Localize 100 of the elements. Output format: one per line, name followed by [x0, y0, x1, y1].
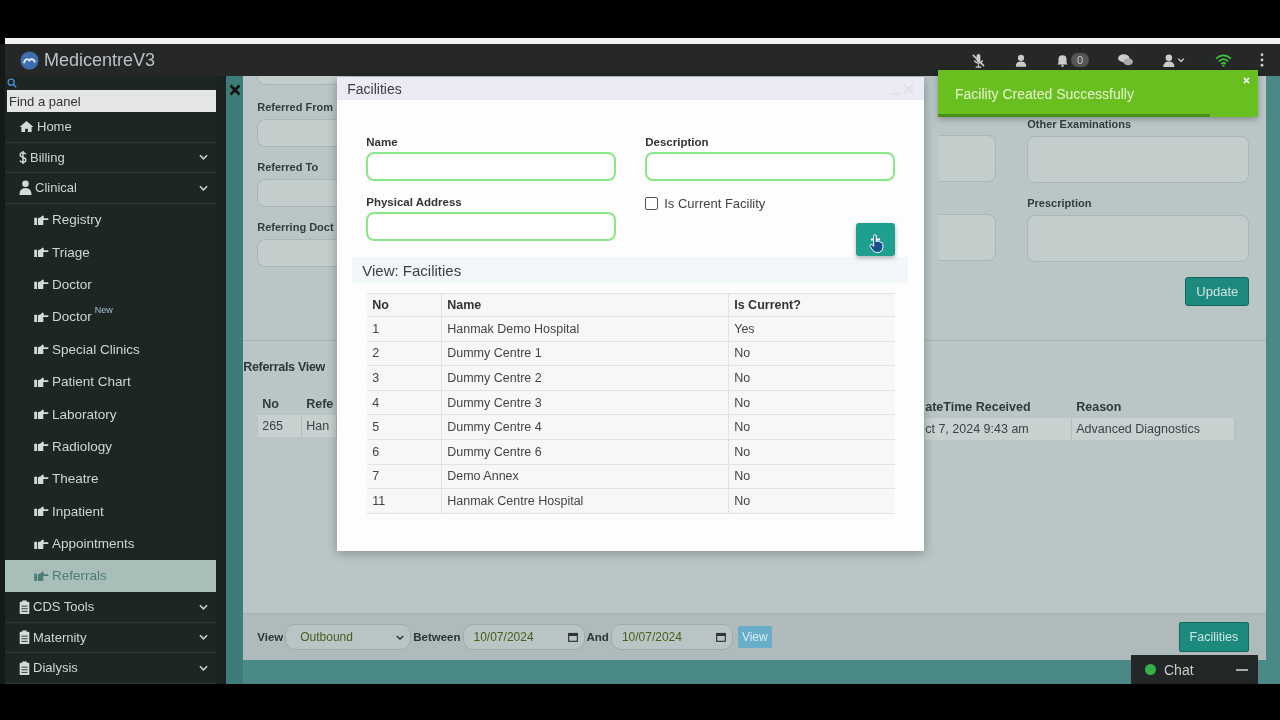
- pointing-hand-icon: [34, 214, 49, 225]
- sidebar-item[interactable]: Clinical: [5, 173, 216, 204]
- checkbox-label: Is Current Facility: [664, 196, 766, 211]
- wifi-icon[interactable]: [1215, 53, 1232, 67]
- table-cell-text: No: [733, 370, 752, 387]
- table-cell-text: No: [733, 443, 752, 461]
- field-label: Name: [366, 136, 399, 148]
- home-icon: [19, 120, 34, 134]
- minimize-icon[interactable]: [1236, 667, 1248, 672]
- sidebar-item[interactable]: Maternity: [5, 622, 216, 654]
- toast-message: Facility Created Successfully: [955, 85, 1134, 102]
- chat-button[interactable]: Chat: [1131, 655, 1258, 684]
- date-field[interactable]: 10/07/2024: [462, 624, 585, 650]
- clipboard-icon: [19, 599, 30, 614]
- chevron-down-icon: [199, 634, 208, 641]
- pointing-hand-icon: [34, 506, 49, 517]
- sidebar-item[interactable]: Appointments: [5, 527, 216, 560]
- pointing-hand-icon: [34, 247, 49, 258]
- section-title: View: Facilities: [362, 261, 462, 279]
- new-label: New: [94, 304, 113, 315]
- field-label: Referring Doct: [257, 221, 335, 233]
- sidebar-item[interactable]: Patient Chart: [5, 365, 216, 398]
- pointing-hand-icon: [34, 441, 49, 452]
- table-cell: Dummy Centre 6: [442, 439, 730, 464]
- sidebar-item[interactable]: Doctor: [5, 268, 216, 301]
- text-field[interactable]: [645, 152, 896, 181]
- sidebar-item[interactable]: Doctor $^{New}$: [5, 300, 216, 334]
- sidebar-item[interactable]: Dialysis: [5, 653, 216, 684]
- online-dot-icon: [1145, 664, 1156, 675]
- sidebar-item[interactable]: Theatre: [5, 462, 216, 495]
- table-cell: Han: [302, 415, 338, 437]
- text-area[interactable]: [1027, 215, 1250, 262]
- checkbox[interactable]: [645, 197, 659, 210]
- table-cell: 265: [258, 415, 303, 437]
- chevron-down-icon: [199, 603, 208, 610]
- sidebar-item[interactable]: Registry: [5, 203, 216, 236]
- sidebar-item[interactable]: CDS Tools: [5, 592, 216, 623]
- pointing-hand-icon: [34, 311, 49, 322]
- field-label: Referred From: [257, 101, 334, 113]
- pointing-hand-icon: [34, 376, 49, 387]
- pointing-hand-icon: [34, 279, 49, 290]
- table-cell: 5: [367, 415, 443, 439]
- person-icon[interactable]: [1013, 52, 1028, 68]
- table-cell: 1: [367, 317, 443, 341]
- column-header: Reason: [1075, 399, 1123, 416]
- pointing-hand-icon: [34, 538, 49, 549]
- sidebar-item[interactable]: Radiology: [5, 430, 216, 463]
- calendar-icon: [715, 632, 726, 642]
- text-field[interactable]: [939, 214, 997, 261]
- pointing-hand-icon: [34, 571, 49, 581]
- bell-icon[interactable]: [1055, 53, 1069, 67]
- section-title: Referrals View: [243, 360, 325, 374]
- sidebar-item[interactable]: Special Clinics: [5, 333, 216, 366]
- table-cell: Dummy Centre 2: [442, 366, 730, 390]
- pointing-hand-icon: [34, 473, 49, 484]
- field-label: Prescription: [1027, 197, 1093, 209]
- sidebar-item[interactable]: Laboratory: [5, 397, 216, 431]
- calendar-icon: [567, 632, 578, 642]
- table-cell: Demo Annex: [442, 464, 730, 489]
- text-area[interactable]: [1027, 136, 1250, 183]
- dollar-icon: [19, 149, 27, 165]
- table-cell: Dummy Centre 4: [442, 415, 730, 439]
- sidebar-item[interactable]: Triage: [5, 235, 216, 269]
- field-label: Physical Address: [366, 196, 463, 208]
- table-cell: 7: [367, 464, 443, 489]
- table-cell: 3: [367, 366, 443, 390]
- close-icon[interactable]: [228, 84, 241, 96]
- date-field[interactable]: 10/07/2024: [610, 624, 733, 650]
- more-options-icon[interactable]: [1260, 53, 1264, 67]
- search-field[interactable]: Find a panel: [7, 90, 216, 112]
- clipboard-icon: [19, 660, 30, 675]
- sidebar-item[interactable]: Home: [5, 112, 216, 143]
- pointing-hand-icon: [34, 344, 49, 355]
- chevron-down-icon: [199, 184, 208, 191]
- column-header: Name: [442, 294, 730, 316]
- notification-badge: 0: [1070, 53, 1089, 67]
- sidebar-item[interactable]: Inpatient: [5, 495, 216, 528]
- field-label: Description: [645, 136, 710, 148]
- field-label: Other Examinations: [1027, 118, 1133, 130]
- table-cell: 4: [367, 390, 443, 415]
- filter-label: Between: [413, 631, 461, 643]
- text-field[interactable]: [366, 212, 617, 241]
- user-menu-icon[interactable]: [1162, 52, 1187, 68]
- text-field[interactable]: [366, 152, 617, 181]
- table-cell-text: No: [733, 419, 752, 437]
- table-cell: ct 7, 2024 9:43 am: [925, 418, 1073, 440]
- app-title: MedicentreV3: [44, 49, 156, 71]
- pointing-hand-icon: [34, 409, 49, 420]
- text-field[interactable]: [939, 135, 997, 182]
- chat-icon[interactable]: [1117, 53, 1134, 67]
- filter-label: And: [586, 631, 609, 643]
- table-cell: 2: [367, 341, 443, 366]
- dialog-title: Facilities: [347, 80, 402, 97]
- chevron-down-icon: [199, 154, 208, 161]
- table-cell: 6: [367, 439, 443, 464]
- muted-microphone-icon[interactable]: [970, 52, 986, 68]
- direction-select[interactable]: Outbound: [285, 624, 412, 650]
- hand-cursor-icon: [869, 234, 885, 253]
- column-header: ateTime Received: [925, 399, 1032, 416]
- table-cell: Hanmak Centre Hospital: [442, 489, 730, 513]
